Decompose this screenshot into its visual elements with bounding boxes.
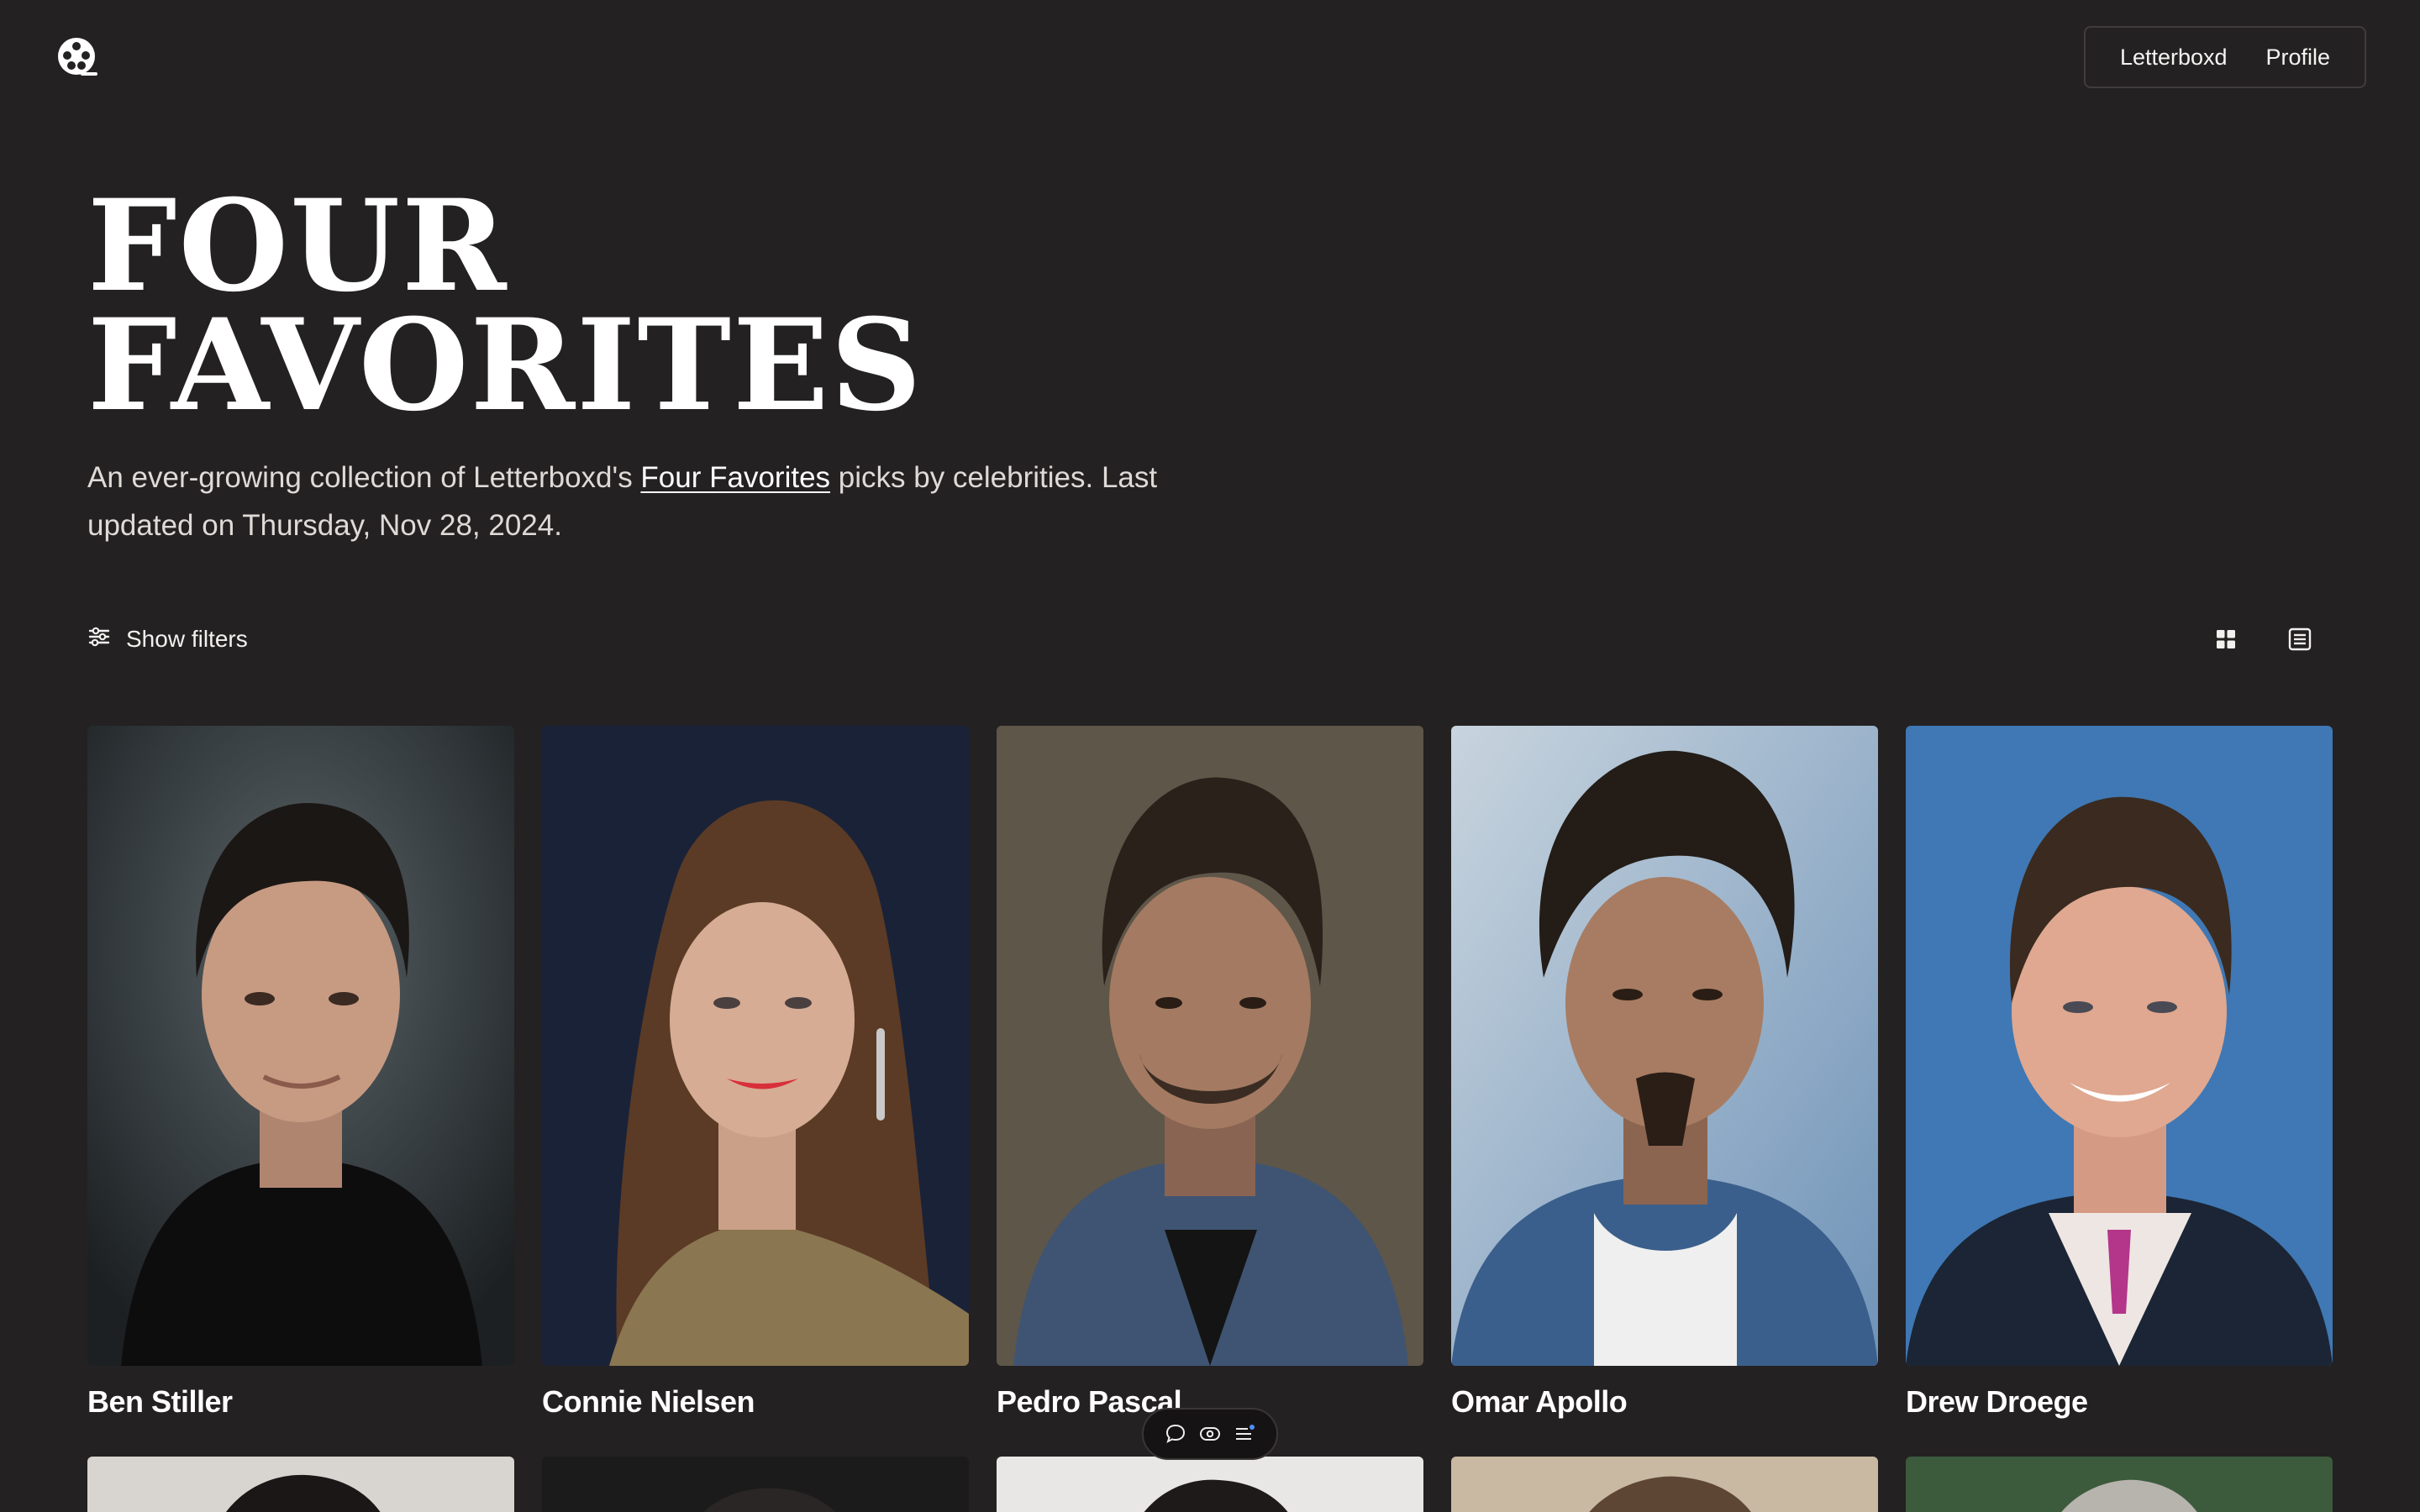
- page: Letterboxd Profile FOUR FAVORITES An eve…: [0, 0, 2420, 1512]
- page-title: FOUR FAVORITES: [87, 172, 1096, 439]
- four-favorites-link[interactable]: Four Favorites: [640, 461, 830, 494]
- title-line-1: FOUR: [87, 172, 508, 320]
- celebrity-name[interactable]: Connie Nielsen: [542, 1384, 969, 1425]
- menu-icon[interactable]: [1229, 1419, 1260, 1449]
- intro-text: An ever-growing collection of Letterboxd…: [87, 454, 1205, 549]
- eye-icon[interactable]: [1195, 1419, 1225, 1449]
- film-reel-icon[interactable]: [55, 35, 101, 81]
- title-line-2: FAVORITES: [87, 291, 923, 439]
- celebrity-card[interactable]: Omar Apollo: [1451, 726, 1878, 1425]
- show-filters-button[interactable]: Show filters: [87, 622, 248, 657]
- celebrity-photo: [87, 1457, 514, 1512]
- celebrity-photo: [1906, 1457, 2333, 1512]
- celebrity-photo: [1906, 726, 2333, 1366]
- celebrity-card[interactable]: [1906, 1457, 2333, 1512]
- celebrity-card[interactable]: [87, 1457, 514, 1512]
- top-nav: Letterboxd Profile: [2084, 26, 2366, 88]
- celebrity-photo: [1451, 726, 1878, 1366]
- celebrity-grid: Ben Stiller Connie Nielsen Pedro Pascal …: [87, 726, 2333, 1512]
- celebrity-card[interactable]: [997, 1457, 1423, 1512]
- show-filters-label: Show filters: [126, 626, 248, 652]
- celebrity-card[interactable]: [1451, 1457, 1878, 1512]
- celebrity-photo: [542, 726, 969, 1366]
- celebrity-card[interactable]: Connie Nielsen: [542, 726, 969, 1425]
- sliders-icon: [87, 625, 111, 654]
- celebrity-card[interactable]: Drew Droege: [1906, 726, 2333, 1425]
- nav-profile-link[interactable]: Profile: [2253, 38, 2344, 77]
- celebrity-card[interactable]: Ben Stiller: [87, 726, 514, 1425]
- comment-icon[interactable]: [1160, 1419, 1191, 1449]
- celebrity-name[interactable]: Drew Droege: [1906, 1384, 2333, 1425]
- grid-view-icon[interactable]: [2208, 622, 2244, 657]
- celebrity-card[interactable]: [542, 1457, 969, 1512]
- celebrity-photo: [997, 1457, 1423, 1512]
- celebrity-photo: [87, 726, 514, 1366]
- celebrity-card[interactable]: Pedro Pascal: [997, 726, 1423, 1425]
- celebrity-name[interactable]: Ben Stiller: [87, 1384, 514, 1425]
- celebrity-photo: [1451, 1457, 1878, 1512]
- floating-toolbar: [1142, 1408, 1278, 1460]
- celebrity-photo: [997, 726, 1423, 1366]
- nav-letterboxd-link[interactable]: Letterboxd: [2107, 38, 2241, 77]
- intro-text-before: An ever-growing collection of Letterboxd…: [87, 461, 641, 494]
- list-view-icon[interactable]: [2282, 622, 2317, 657]
- celebrity-name[interactable]: Omar Apollo: [1451, 1384, 1878, 1425]
- celebrity-photo: [542, 1457, 969, 1512]
